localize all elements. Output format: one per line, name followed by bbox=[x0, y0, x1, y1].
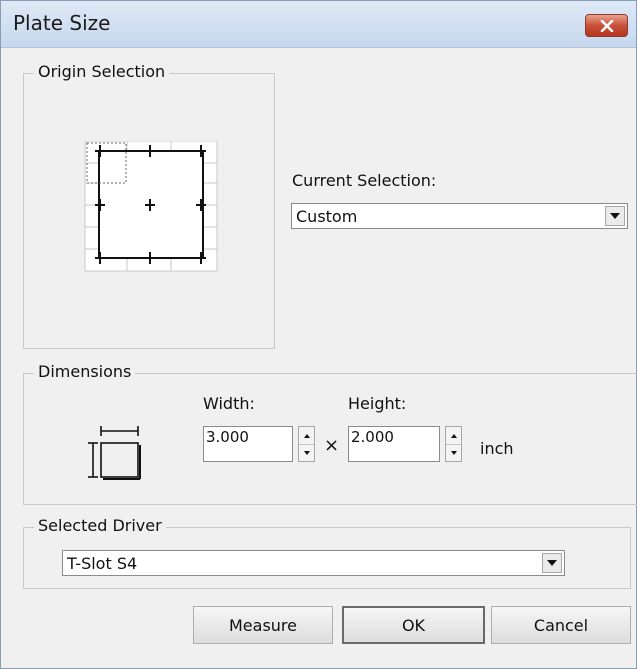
measure-button[interactable]: Measure bbox=[193, 606, 333, 644]
height-field-box bbox=[348, 426, 440, 462]
driver-dropdown[interactable]: T-Slot S4 bbox=[62, 550, 565, 576]
close-button[interactable] bbox=[585, 14, 628, 37]
dimensions-legend: Dimensions bbox=[34, 362, 136, 381]
spin-up-icon bbox=[303, 433, 310, 438]
width-spin-up-button[interactable] bbox=[299, 427, 314, 445]
driver-dropdown-button[interactable] bbox=[542, 553, 562, 573]
height-spin-up-button[interactable] bbox=[446, 427, 461, 445]
width-spin-down-button[interactable] bbox=[299, 444, 314, 461]
width-label: Width: bbox=[203, 394, 255, 413]
chevron-down-icon bbox=[547, 560, 557, 566]
current-selection-dropdown-button[interactable] bbox=[605, 206, 625, 226]
width-field-box bbox=[203, 426, 293, 462]
unit-label: inch bbox=[480, 439, 514, 458]
spin-down-icon bbox=[450, 450, 457, 455]
origin-grid-icon[interactable] bbox=[83, 141, 219, 273]
height-spinner[interactable] bbox=[445, 426, 462, 462]
origin-selection-legend: Origin Selection bbox=[34, 62, 170, 81]
plate-size-dialog: Plate Size Origin Selection Current Sele… bbox=[0, 0, 637, 669]
spin-down-icon bbox=[303, 450, 310, 455]
width-input[interactable] bbox=[204, 427, 292, 461]
cancel-button[interactable]: Cancel bbox=[491, 606, 631, 644]
current-selection-label: Current Selection: bbox=[292, 171, 437, 190]
width-spinner[interactable] bbox=[298, 426, 315, 462]
driver-value: T-Slot S4 bbox=[67, 554, 138, 573]
spin-up-icon bbox=[450, 433, 457, 438]
title-bar[interactable]: Plate Size bbox=[1, 1, 636, 48]
current-selection-dropdown[interactable]: Custom bbox=[291, 203, 628, 229]
chevron-down-icon bbox=[610, 213, 620, 219]
height-input[interactable] bbox=[349, 427, 439, 461]
plate-dimensions-icon bbox=[88, 426, 141, 480]
selected-driver-legend: Selected Driver bbox=[34, 516, 166, 535]
height-label: Height: bbox=[348, 394, 407, 413]
close-icon bbox=[600, 19, 613, 32]
times-symbol: × bbox=[324, 435, 340, 456]
window-title: Plate Size bbox=[13, 11, 111, 35]
ok-button[interactable]: OK bbox=[342, 606, 485, 644]
height-spin-down-button[interactable] bbox=[446, 444, 461, 461]
current-selection-value: Custom bbox=[296, 207, 358, 226]
